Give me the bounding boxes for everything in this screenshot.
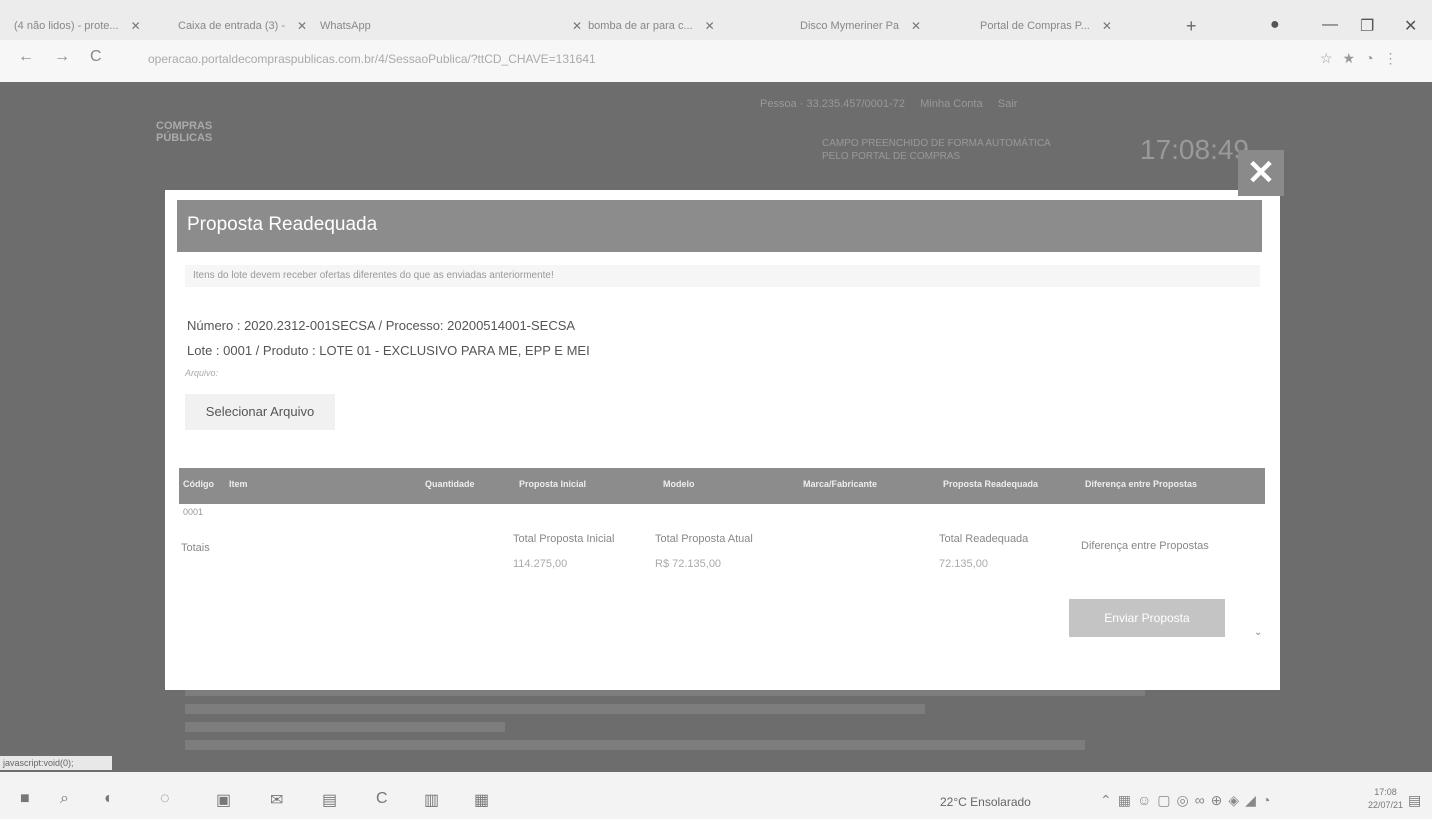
search-icon[interactable]: ⌕ (60, 790, 69, 808)
chrome-icon[interactable]: C (376, 790, 388, 808)
minimize-icon[interactable]: — (1322, 16, 1338, 34)
col-codigo: Código (183, 479, 214, 489)
select-file-button[interactable]: Selecionar Arquivo (185, 394, 335, 430)
maximize-icon[interactable]: ❐ (1360, 16, 1374, 36)
total-initial-value: 114.275,00 (513, 558, 568, 570)
windows-start-icon[interactable]: ■ (20, 790, 30, 808)
message-log (185, 686, 1245, 758)
store-icon[interactable]: ▣ (216, 790, 231, 810)
chevron-down-icon[interactable]: ⌄ (1254, 627, 1262, 638)
lot-info: Lote : 0001 / Produto : LOTE 01 - EXCLUS… (187, 343, 590, 358)
difference-label: Diferença entre Propostas (1081, 540, 1209, 552)
close-icon[interactable]: ✕ (911, 19, 921, 33)
edge-icon[interactable]: ◐ (104, 790, 114, 808)
extension-icons[interactable]: ☆★◔⋮ (1320, 50, 1408, 67)
forward-icon[interactable]: → (54, 48, 70, 66)
col-quantidade: Quantidade (425, 479, 475, 489)
app-icon[interactable]: ◌ (160, 790, 170, 808)
tab-label: Caixa de entrada (3) - (178, 20, 285, 32)
url-field[interactable]: operacao.portaldecompraspublicas.com.br/… (148, 52, 596, 66)
col-diferenca: Diferença entre Propostas (1085, 479, 1198, 489)
tab-portal[interactable]: Portal de Compras P... ✕ (980, 12, 1112, 40)
window-close-icon[interactable]: ✕ (1404, 16, 1417, 36)
session-clock: 17:08:49 (1140, 134, 1249, 165)
close-icon[interactable]: ✕ (705, 19, 715, 33)
tab-email[interactable]: (4 não lidos) - prote... ✕ (14, 12, 141, 40)
total-readjusted-value: 72.135,00 (939, 558, 988, 570)
modal-title: Proposta Readequada (187, 214, 378, 235)
mail-icon[interactable]: ✉ (270, 790, 283, 810)
close-modal-button[interactable]: ✕ (1238, 150, 1284, 196)
browser-tab-bar: (4 não lidos) - prote... ✕ Caixa de entra… (0, 0, 1432, 40)
table-header: Código Item Quantidade Proposta Inicial … (179, 468, 1265, 504)
col-item: Item (229, 479, 248, 489)
app2-icon[interactable]: ▦ (474, 790, 489, 810)
tab-search[interactable]: ✕ bomba de ar para c... ✕ (566, 12, 715, 40)
tab-whatsapp[interactable]: WhatsApp (320, 12, 371, 40)
send-proposal-button[interactable]: Enviar Proposta (1069, 599, 1225, 637)
status-bar-link: javascript:void(0); (0, 756, 112, 770)
total-current-value: R$ 72.135,00 (655, 558, 722, 570)
totals-label: Totais (181, 542, 210, 554)
reload-icon[interactable]: C (90, 48, 102, 66)
proposal-modal: Proposta Readequada Itens do lote devem … (165, 190, 1280, 690)
account-icon[interactable]: ● (1270, 16, 1280, 34)
tab-disco[interactable]: Disco Mymeriner Pa ✕ (800, 12, 921, 40)
back-icon[interactable]: ← (18, 48, 34, 66)
close-icon[interactable]: ✕ (1102, 19, 1112, 33)
word-icon[interactable]: ▤ (322, 790, 337, 810)
system-tray-icons[interactable]: ⌃▦☺▢◎∞⊕◈◢◔ (1100, 792, 1276, 809)
col-proposta-readequada: Proposta Readequada (943, 479, 1039, 489)
col-marca: Marca/Fabricante (803, 479, 878, 489)
col-modelo: Modelo (663, 479, 695, 489)
close-icon[interactable]: ✕ (297, 19, 307, 33)
row-codigo: 0001 (183, 507, 204, 517)
user-info: Pessoa · 33.235.457/0001-72 Minha Conta … (760, 98, 1018, 110)
total-initial-label: Total Proposta Inicial (513, 533, 615, 545)
warning-message: Itens do lote devem receber ofertas dife… (185, 265, 1260, 287)
tab-label: bomba de ar para c... (588, 20, 693, 32)
file-label: Arquivo: (185, 368, 219, 378)
weather-widget[interactable]: 22°C Ensolarado (940, 795, 1031, 809)
col-proposta-inicial: Proposta Inicial (519, 479, 587, 489)
portal-logo: COMPRAS PÚBLICAS (156, 120, 213, 144)
new-tab-icon[interactable]: + (1186, 16, 1197, 37)
tab-label: (4 não lidos) - prote... (14, 20, 119, 32)
total-current-label: Total Proposta Atual (655, 533, 753, 545)
clock[interactable]: 17:08 22/07/21 (1368, 786, 1403, 812)
session-notice: CAMPO PREENCHIDO DE FORMA AUTOMÁTICA PEL… (822, 138, 1051, 162)
modal-header: Proposta Readequada (177, 200, 1262, 252)
tab-label: Disco Mymeriner Pa (800, 20, 900, 32)
close-icon[interactable]: ✕ (131, 19, 141, 33)
table-row: 0001 (179, 505, 1265, 519)
total-readjusted-label: Total Readequada (939, 533, 1029, 545)
process-number: Número : 2020.2312-001SECSA / Processo: … (187, 318, 576, 333)
tab-label: WhatsApp (320, 20, 371, 32)
close-icon[interactable]: ✕ (572, 19, 582, 33)
files-icon[interactable]: ▥ (424, 790, 439, 810)
notification-icon[interactable]: ▤ (1408, 792, 1421, 809)
tab-inbox[interactable]: Caixa de entrada (3) - ✕ (178, 12, 307, 40)
tab-label: Portal de Compras P... (980, 20, 1090, 32)
